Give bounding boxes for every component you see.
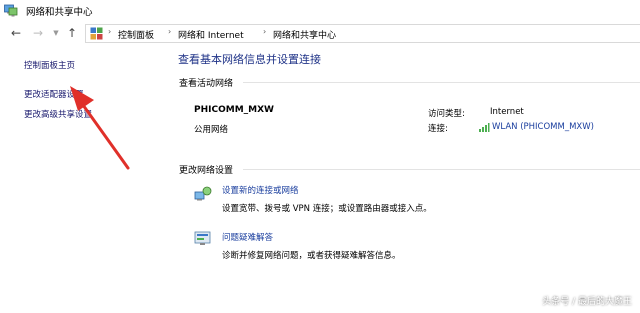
breadcrumb-separator: › xyxy=(108,27,112,36)
sidebar: 控制面板主页 更改适配器设置 更改高级共享设置 xyxy=(0,46,160,313)
breadcrumb-network-internet[interactable]: 网络和 Internet xyxy=(178,28,244,41)
address-bar[interactable]: › 控制面板 › 网络和 Internet › 网络和共享中心 xyxy=(85,24,640,43)
access-type-label: 访问类型: xyxy=(428,109,465,119)
setup-connection-link[interactable]: 设置新的连接或网络 xyxy=(222,184,299,196)
troubleshoot-icon xyxy=(194,231,211,245)
wifi-signal-icon xyxy=(479,123,490,132)
section-divider xyxy=(243,169,640,170)
connection-label: 连接: xyxy=(428,124,448,134)
setup-connection-description: 设置宽带、拨号或 VPN 连接；或设置路由器或接入点。 xyxy=(222,204,432,214)
arrow-left-icon[interactable]: ← xyxy=(8,25,24,41)
troubleshoot-link[interactable]: 问题疑难解答 xyxy=(222,231,273,243)
network-category[interactable]: 公用网络 xyxy=(194,123,228,135)
network-name: PHICOMM_MXW xyxy=(194,105,274,115)
sidebar-item-change-advanced-sharing[interactable]: 更改高级共享设置 xyxy=(24,108,92,120)
connection-link[interactable]: WLAN (PHICOMM_MXW) xyxy=(492,122,594,132)
title-bar: 网络和共享中心 xyxy=(0,0,640,22)
chevron-down-icon[interactable]: ▼ xyxy=(48,25,64,41)
page-title: 查看基本网络信息并设置连接 xyxy=(178,53,321,66)
breadcrumb-separator: › xyxy=(168,27,172,36)
window-title: 网络和共享中心 xyxy=(26,7,93,18)
sidebar-item-change-adapter-settings[interactable]: 更改适配器设置 xyxy=(24,88,84,100)
watermark: 头条号 / 最后的大魔王 xyxy=(542,297,632,307)
access-type-value: Internet xyxy=(490,107,524,117)
arrow-right-icon[interactable]: → xyxy=(30,25,46,41)
network-center-icon xyxy=(4,4,18,17)
network-setup-icon xyxy=(194,186,212,201)
navigation-row: ← → ▼ ↑ › 控制面板 › 网络和 Internet › 网络和共享中心 xyxy=(0,22,640,46)
troubleshoot-description: 诊断并修复网络问题，或者获得疑难解答信息。 xyxy=(222,251,401,261)
arrow-up-icon[interactable]: ↑ xyxy=(64,25,80,41)
sidebar-item-control-panel-home[interactable]: 控制面板主页 xyxy=(24,59,75,71)
change-network-heading: 更改网络设置 xyxy=(179,166,234,176)
control-panel-icon xyxy=(90,27,103,40)
breadcrumb-separator: › xyxy=(263,27,267,36)
breadcrumb-control-panel[interactable]: 控制面板 xyxy=(118,28,154,41)
section-divider xyxy=(243,82,640,83)
breadcrumb-network-center[interactable]: 网络和共享中心 xyxy=(273,28,336,41)
active-networks-heading: 查看活动网络 xyxy=(179,79,234,89)
